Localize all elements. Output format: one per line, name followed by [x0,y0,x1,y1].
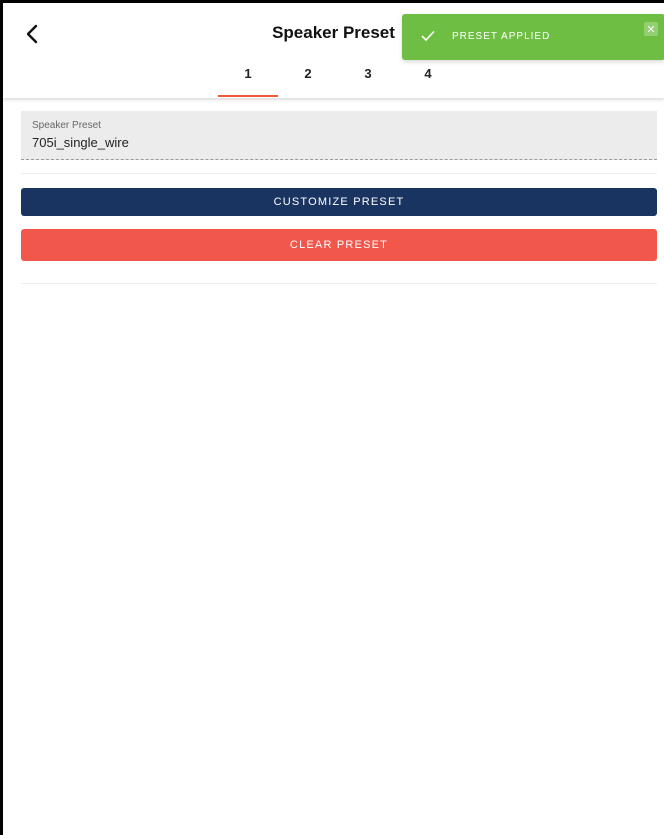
clear-preset-button[interactable]: CLEAR PRESET [21,229,657,261]
divider [21,283,657,284]
step-tabs: 1 2 3 4 [218,65,458,97]
speaker-preset-label: Speaker Preset [32,120,101,131]
speaker-preset-value: 705i_single_wire [32,135,129,150]
preset-applied-toast: PRESET APPLIED [402,14,664,60]
toast-close-button[interactable] [644,22,658,36]
close-icon [647,25,655,33]
check-icon [421,31,435,41]
tab-step-2[interactable]: 2 [278,65,338,97]
tab-step-4[interactable]: 4 [398,65,458,97]
tab-step-3[interactable]: 3 [338,65,398,97]
app-frame: Speaker Preset 1 2 3 4 PRESET APPLIED Sp… [0,0,664,835]
divider [21,173,657,174]
toast-message: PRESET APPLIED [452,31,551,42]
tab-step-1[interactable]: 1 [218,65,278,97]
customize-preset-button[interactable]: CUSTOMIZE PRESET [21,188,657,216]
speaker-preset-field[interactable]: Speaker Preset 705i_single_wire [21,111,657,160]
